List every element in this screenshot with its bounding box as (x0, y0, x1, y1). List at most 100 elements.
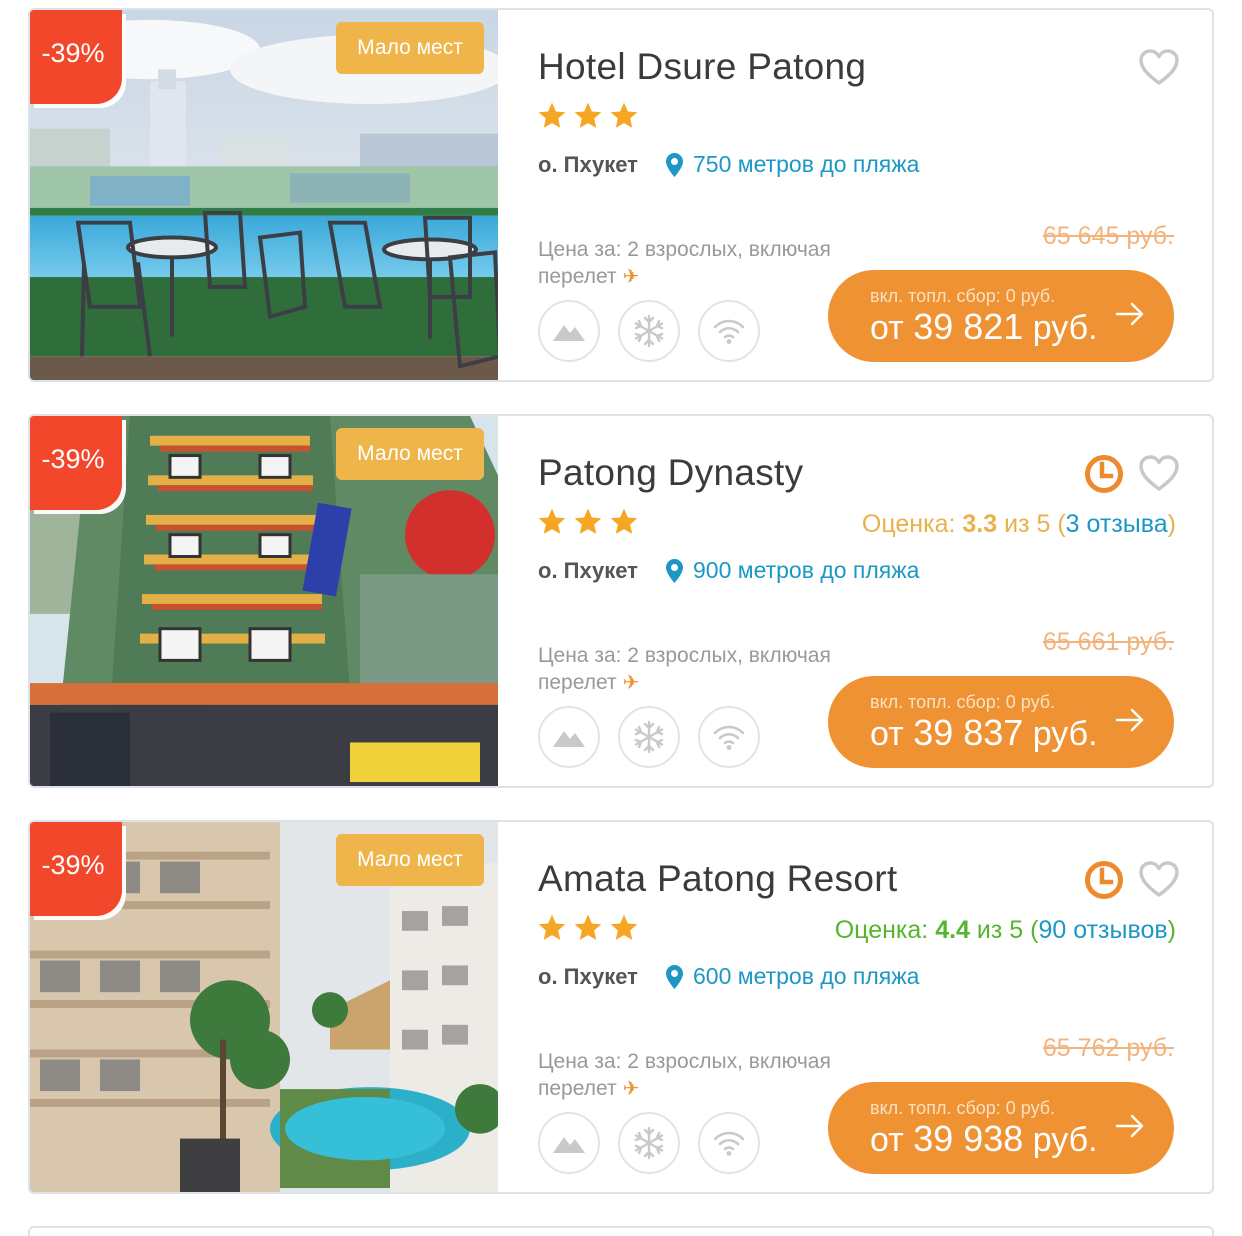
amenity-air-conditioning[interactable] (618, 300, 680, 362)
fuel-fee: вкл. топл. сбор: 0 руб. (870, 1098, 1056, 1118)
price-prefix: от (870, 309, 904, 347)
price-currency: руб. (1032, 1121, 1098, 1159)
hotel-list: -39% Мало мест Hotel Dsure Patong о. Пху… (0, 0, 1242, 1236)
star-icon (610, 508, 638, 534)
star-icon (538, 508, 566, 534)
amenity-view[interactable] (538, 1112, 600, 1174)
hotel-photo[interactable]: -39% Мало мест (30, 416, 498, 786)
star-icon (610, 102, 638, 128)
star-icon (538, 914, 566, 940)
beach-distance-link[interactable]: 900 метров до пляжа (666, 557, 919, 584)
amenity-view[interactable] (538, 706, 600, 768)
old-price: 65 661 руб. (1042, 628, 1174, 656)
rating-paren-open: ( (1057, 510, 1066, 538)
buy-button[interactable]: вкл. топл. сбор: 0 руб. от 39 837 руб. (828, 676, 1174, 768)
amenity-wifi[interactable] (698, 706, 760, 768)
price-prefix: от (870, 1121, 904, 1159)
amenities (538, 1112, 760, 1174)
island-label: о. Пхукет (538, 558, 638, 583)
star-icon (610, 914, 638, 940)
guest-rating[interactable]: Оценка: 4.4 из 5 (90 отзывов) (835, 916, 1176, 945)
price-description-text: Цена за: 2 взрослых, включая перелет (538, 238, 831, 288)
buy-button[interactable]: вкл. топл. сбор: 0 руб. от 39 821 руб. (828, 270, 1174, 362)
hotel-name[interactable]: Hotel Dsure Patong (538, 46, 866, 88)
arrow-right-icon (1114, 300, 1146, 328)
clock-icon[interactable] (1084, 454, 1124, 494)
price: от 39 821 руб. (870, 306, 1098, 348)
map-pin-icon (666, 558, 683, 583)
plane-icon: ✈ (622, 1078, 640, 1100)
old-price: 65 645 руб. (1042, 222, 1174, 250)
heart-icon (1139, 861, 1179, 897)
amenities (538, 706, 760, 768)
favorite-button[interactable] (1138, 860, 1180, 898)
rating-value: 4.4 (935, 916, 970, 944)
price-description: Цена за: 2 взрослых, включая перелет ✈ (538, 1048, 868, 1103)
arrow-right-icon (1114, 1112, 1146, 1140)
discount-badge: -39% (30, 10, 122, 104)
plane-icon: ✈ (622, 672, 640, 694)
hotel-card-partial[interactable] (28, 1226, 1214, 1236)
hotel-card[interactable]: -39% Мало мест Hotel Dsure Patong о. Пху… (28, 8, 1214, 382)
rating-paren-close: ) (1167, 916, 1176, 944)
amenity-wifi[interactable] (698, 300, 760, 362)
beach-distance-link[interactable]: 600 метров до пляжа (666, 963, 919, 990)
favorite-button[interactable] (1138, 454, 1180, 492)
price-value: 39 938 (913, 1118, 1024, 1159)
reviews-link[interactable]: 3 отзыва (1066, 510, 1168, 538)
star-rating (536, 100, 640, 132)
beach-distance-text: 600 метров до пляжа (693, 963, 920, 989)
snowflake-icon (634, 720, 664, 754)
reviews-link[interactable]: 90 отзывов (1038, 916, 1167, 944)
beach-distance-text: 750 метров до пляжа (693, 151, 920, 177)
price: от 39 938 руб. (870, 1118, 1098, 1160)
star-rating (536, 506, 640, 538)
heart-icon (1139, 49, 1179, 85)
star-rating (536, 912, 640, 944)
hotel-photo[interactable]: -39% Мало мест (30, 10, 498, 380)
mountain-icon (553, 1137, 585, 1153)
clock-icon[interactable] (1084, 860, 1124, 900)
wifi-icon (713, 319, 745, 344)
amenity-air-conditioning[interactable] (618, 706, 680, 768)
hotel-info: Amata Patong Resort Оценка: 4.4 из 5 (90… (498, 822, 1212, 1192)
star-icon (574, 914, 602, 940)
price-value: 39 821 (913, 306, 1024, 347)
amenity-view[interactable] (538, 300, 600, 362)
hotel-card[interactable]: -39% Мало мест Patong Dynasty Оценка: 3.… (28, 414, 1214, 788)
hotel-info: Patong Dynasty Оценка: 3.3 из 5 (3 отзыв… (498, 416, 1212, 786)
wifi-icon (713, 725, 745, 750)
rating-value: 3.3 (962, 510, 998, 538)
discount-badge: -39% (30, 416, 122, 510)
favorite-button[interactable] (1138, 48, 1180, 86)
amenities (538, 300, 760, 362)
mountain-icon (553, 731, 585, 747)
rating-scale: из 5 (976, 916, 1024, 944)
guest-rating[interactable]: Оценка: 3.3 из 5 (3 отзыва) (862, 510, 1176, 539)
beach-distance-link[interactable]: 750 метров до пляжа (666, 151, 919, 178)
hotel-photo[interactable]: -39% Мало мест (30, 822, 498, 1192)
few-seats-badge: Мало мест (336, 22, 484, 74)
price-prefix: от (870, 715, 904, 753)
island-label: о. Пхукет (538, 964, 638, 989)
price-value: 39 837 (913, 712, 1024, 753)
amenity-air-conditioning[interactable] (618, 1112, 680, 1174)
few-seats-badge: Мало мест (336, 834, 484, 886)
amenity-wifi[interactable] (698, 1112, 760, 1174)
arrow-right-icon (1114, 706, 1146, 734)
star-icon (574, 102, 602, 128)
price: от 39 837 руб. (870, 712, 1098, 754)
star-icon (574, 508, 602, 534)
hotel-name[interactable]: Patong Dynasty (538, 452, 803, 494)
snowflake-icon (634, 314, 664, 348)
hotel-card[interactable]: -39% Мало мест Amata Patong Resort Оценк… (28, 820, 1214, 1194)
buy-button[interactable]: вкл. топл. сбор: 0 руб. от 39 938 руб. (828, 1082, 1174, 1174)
price-currency: руб. (1032, 715, 1098, 753)
star-icon (538, 102, 566, 128)
snowflake-icon (634, 1126, 664, 1160)
few-seats-badge: Мало мест (336, 428, 484, 480)
map-pin-icon (666, 964, 683, 989)
hotel-name[interactable]: Amata Patong Resort (538, 858, 897, 900)
hotel-info: Hotel Dsure Patong о. Пхукет 750 метров … (498, 10, 1212, 380)
price-description-text: Цена за: 2 взрослых, включая перелет (538, 644, 831, 694)
